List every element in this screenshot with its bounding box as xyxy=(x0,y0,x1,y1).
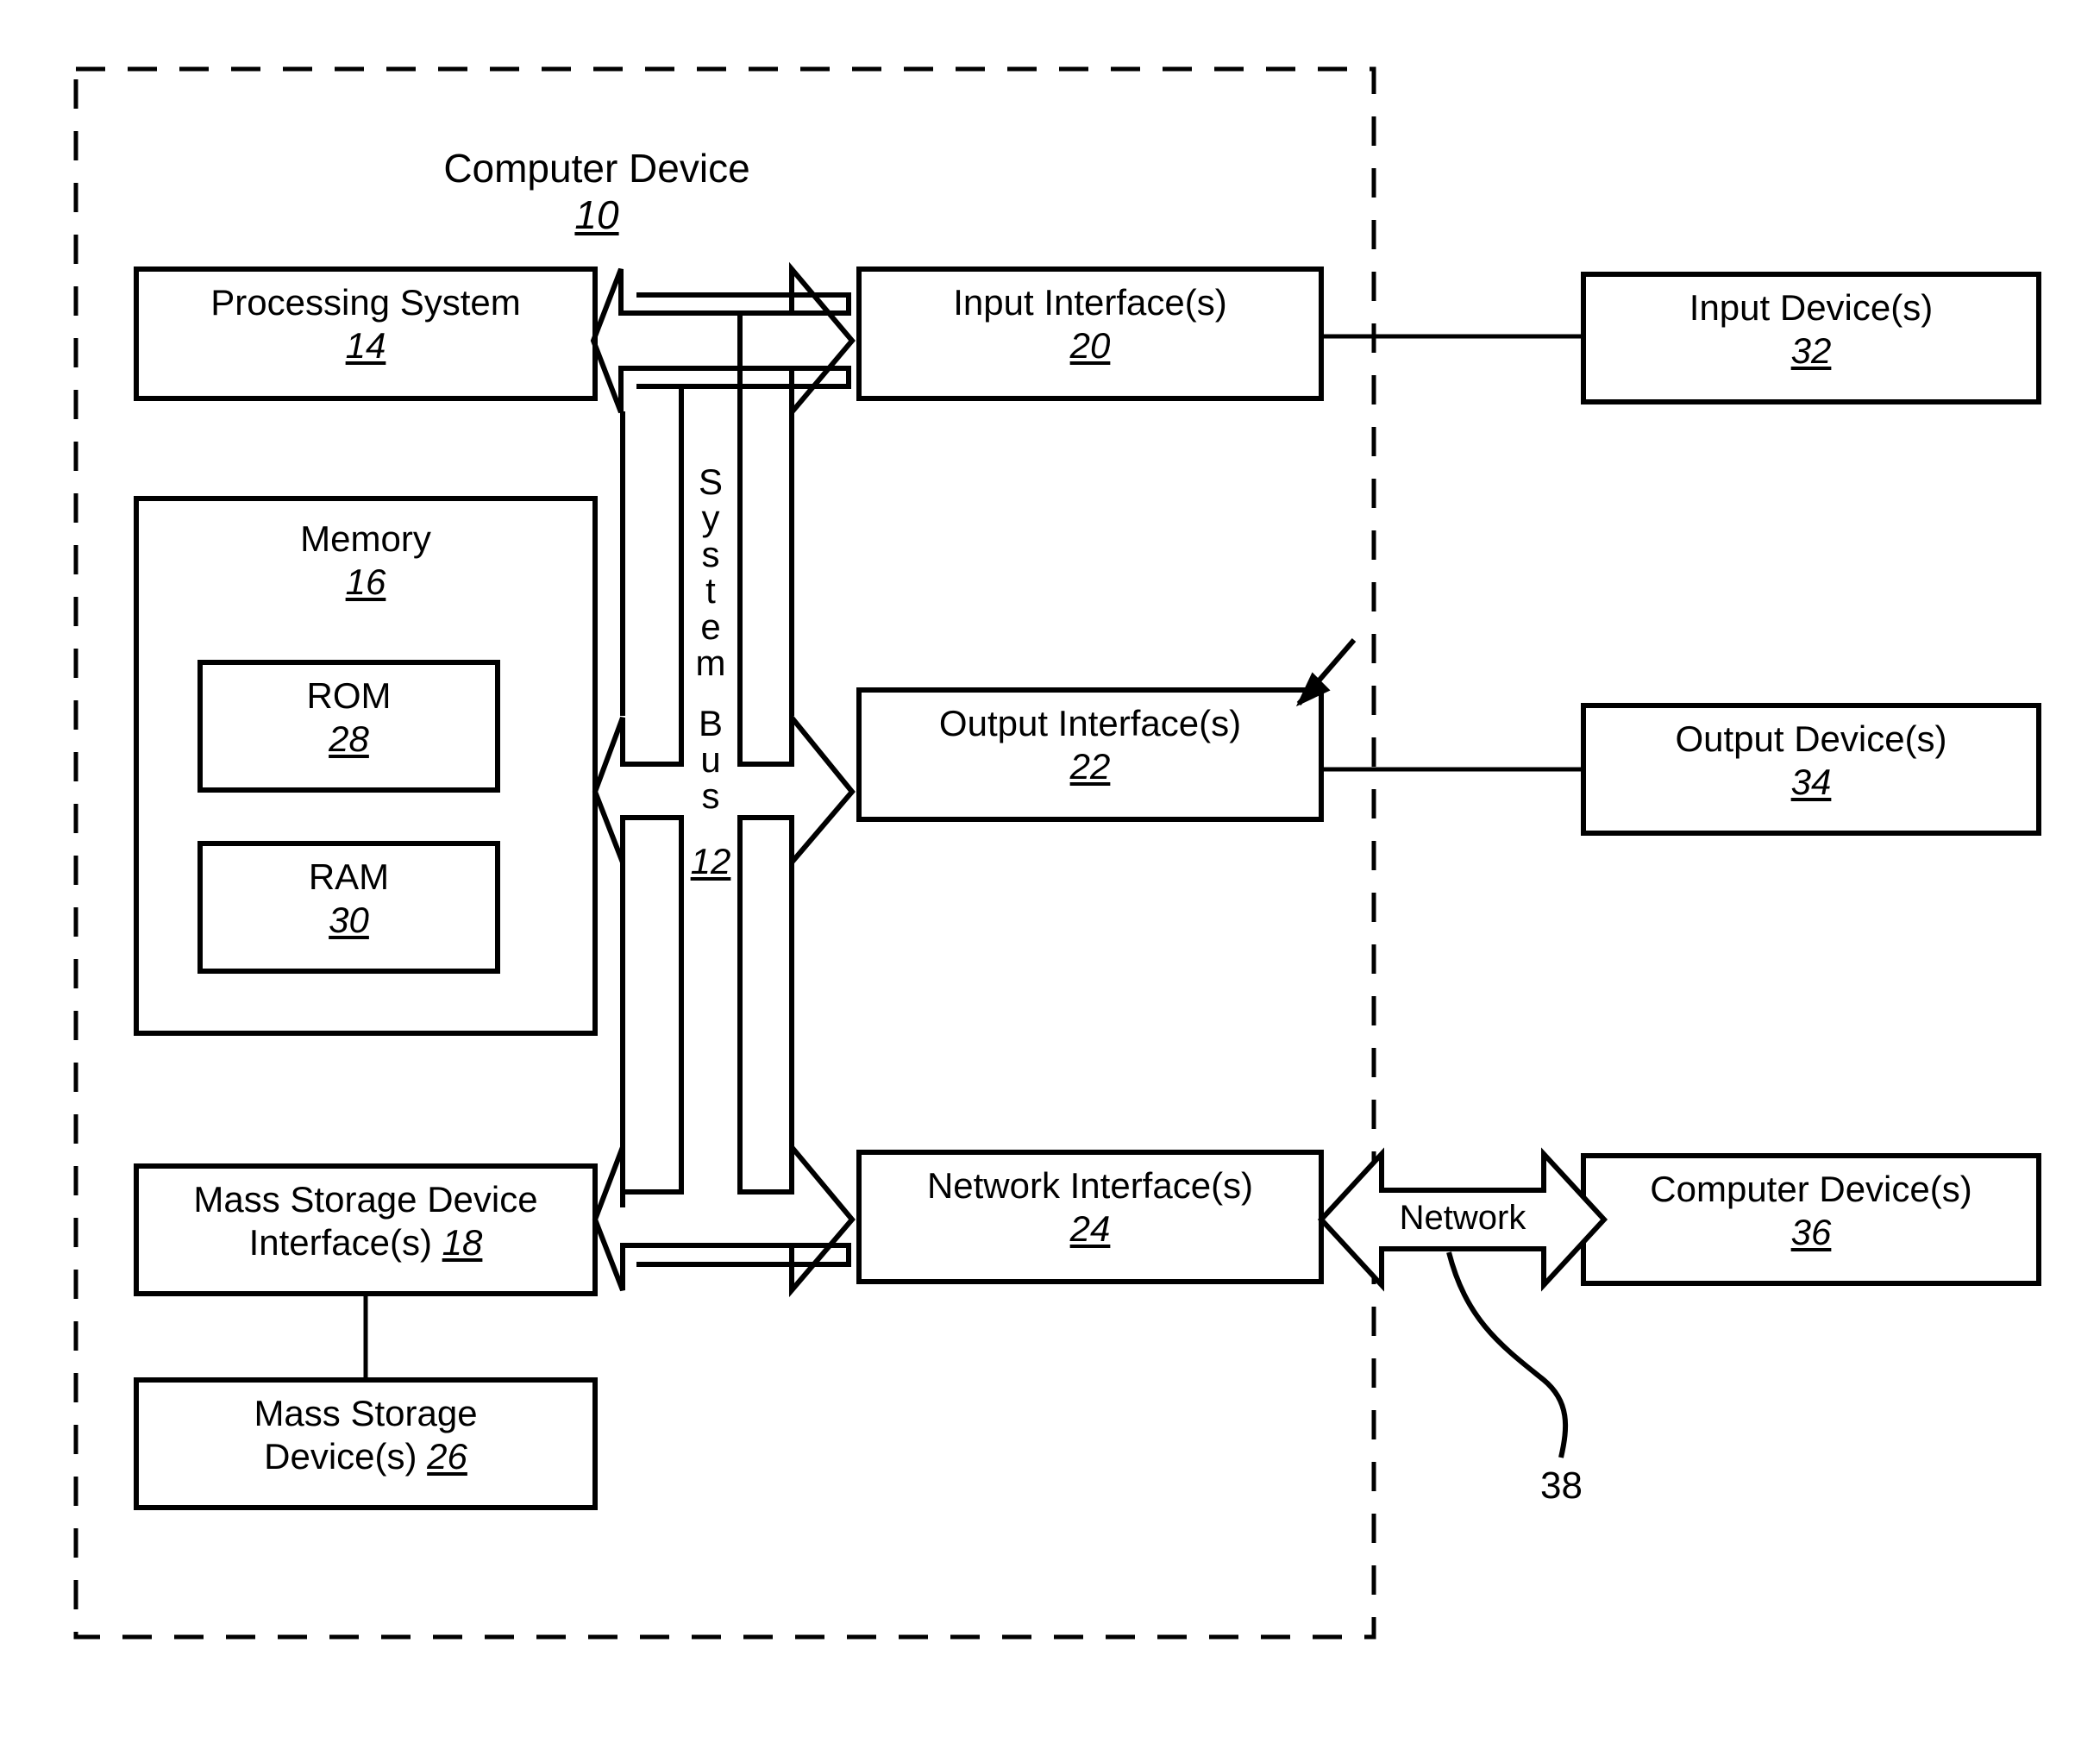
figure-title-ref: 10 xyxy=(574,192,619,238)
processing-system-ref: 14 xyxy=(345,324,386,366)
memory-label: Memory xyxy=(300,518,431,559)
figure-title: Computer Device 10 xyxy=(373,145,821,239)
mass-storage-devices-label-line1: Mass Storage xyxy=(254,1393,478,1433)
system-bus-letter-s1: S xyxy=(698,461,723,502)
computer-devices-label-group: Computer Device(s) 36 xyxy=(1580,1168,2042,1253)
figure-canvas: Computer Device 10 Processing System 14 … xyxy=(0,0,2100,1737)
rom-label: ROM xyxy=(306,675,392,716)
input-devices-label-group: Input Device(s) 32 xyxy=(1583,286,2039,372)
network-interface-label-group: Network Interface(s) 24 xyxy=(856,1164,1325,1250)
output-devices-ref: 34 xyxy=(1790,761,1832,802)
network-reference-number: 38 xyxy=(1540,1464,1583,1507)
system-bus-label-group: S y s t e m B u s 12 xyxy=(681,464,740,880)
mass-storage-devices-label-line2: Device(s) xyxy=(264,1435,417,1477)
system-bus-ref: 12 xyxy=(690,841,731,881)
system-bus-letter-e: e xyxy=(700,606,721,647)
rom-label-group: ROM 28 xyxy=(200,674,498,760)
computer-devices-label: Computer Device(s) xyxy=(1650,1169,1972,1209)
network-interface-ref: 24 xyxy=(1069,1207,1111,1249)
system-bus-letter-y: y xyxy=(701,498,720,538)
mass-storage-devices-line2-wrap: Device(s) 26 xyxy=(136,1435,595,1478)
bus-branch-input-interface xyxy=(737,261,856,420)
mass-storage-devices-label-group: Mass Storage Device(s) 26 xyxy=(136,1392,595,1477)
memory-label-group: Memory 16 xyxy=(136,517,595,603)
output-interface-label-group: Output Interface(s) 22 xyxy=(859,702,1321,787)
output-devices-label: Output Device(s) xyxy=(1675,718,1947,759)
mass-storage-interface-ref: 18 xyxy=(442,1221,483,1263)
mass-storage-interface-label-group: Mass Storage Device Interface(s) 18 xyxy=(129,1178,602,1264)
system-bus-letter-s3: s xyxy=(701,775,720,816)
output-interface-ref: 22 xyxy=(1069,745,1111,787)
mass-storage-interface-label-line1: Mass Storage Device xyxy=(193,1179,538,1220)
ram-label-group: RAM 30 xyxy=(200,856,498,941)
input-devices-ref: 32 xyxy=(1790,329,1832,371)
bus-branch-memory xyxy=(592,716,684,864)
network-interface-label: Network Interface(s) xyxy=(926,1165,1254,1206)
mass-storage-interface-line2-wrap: Interface(s) 18 xyxy=(129,1221,602,1264)
input-interface-ref: 20 xyxy=(1069,324,1111,366)
ram-label: RAM xyxy=(308,856,390,897)
input-interface-label-group: Input Interface(s) 20 xyxy=(859,281,1321,367)
output-interface-label: Output Interface(s) xyxy=(938,703,1242,743)
processing-system-label-group: Processing System 14 xyxy=(136,281,595,367)
bus-branch-output-interface xyxy=(737,710,856,870)
system-bus-letter-s2: s xyxy=(701,534,720,574)
computer-devices-ref: 36 xyxy=(1790,1211,1832,1252)
mass-storage-interface-label-line2: Interface(s) xyxy=(248,1221,432,1263)
system-bus-word-gap xyxy=(681,681,740,705)
bus-branch-mass-storage xyxy=(592,1104,851,1292)
rom-ref: 28 xyxy=(329,718,369,759)
processing-system-label: Processing System xyxy=(210,282,521,323)
mass-storage-devices-ref: 26 xyxy=(427,1435,467,1477)
ram-ref: 30 xyxy=(329,899,369,940)
input-devices-label: Input Device(s) xyxy=(1689,287,1934,328)
system-bus-letter-u: u xyxy=(700,739,721,780)
system-bus-letter-t: t xyxy=(705,570,716,611)
input-interface-label: Input Interface(s) xyxy=(953,282,1227,323)
figure-title-label: Computer Device xyxy=(443,146,750,191)
system-bus-letter-m: m xyxy=(695,643,726,683)
system-bus-letter-b: B xyxy=(698,703,723,743)
output-devices-label-group: Output Device(s) 34 xyxy=(1583,718,2039,803)
memory-ref: 16 xyxy=(345,561,386,602)
network-arrow-label: Network xyxy=(1399,1199,1526,1237)
